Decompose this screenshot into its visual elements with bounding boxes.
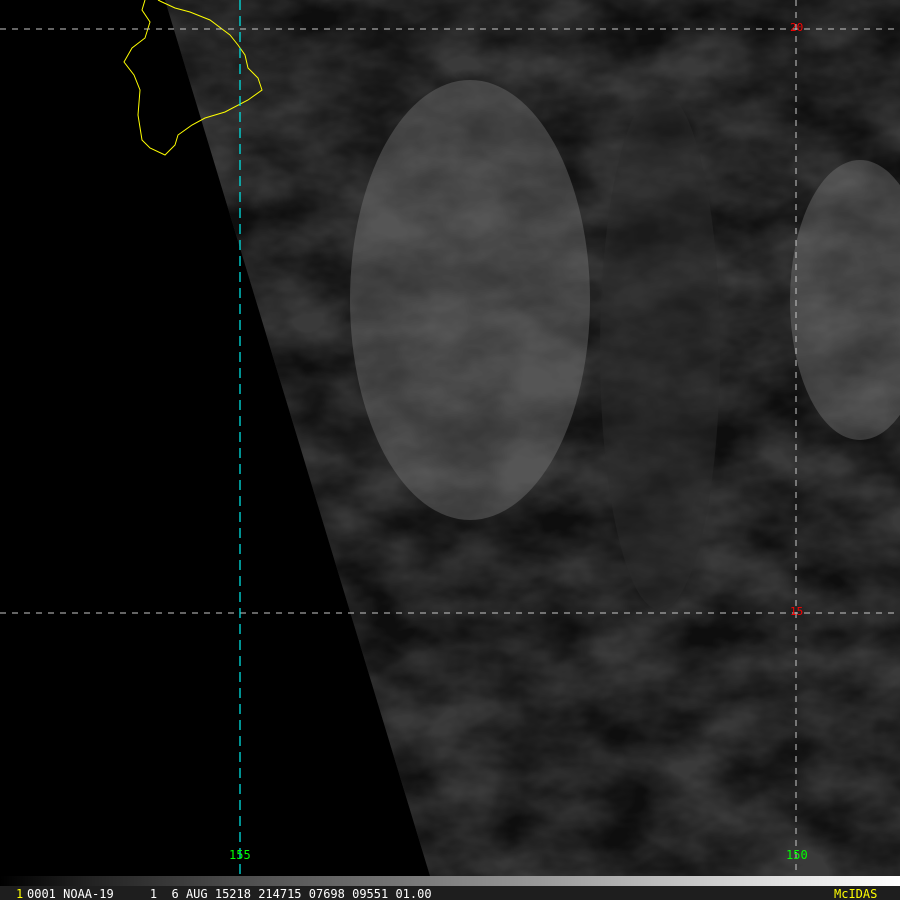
longitude-label-150: 150 bbox=[786, 848, 808, 862]
latitude-label-15: 15 bbox=[790, 605, 804, 618]
satellite-image-viewer: 155 150 20 15 1 0001 NOAA-19 1 6 AUG 152… bbox=[0, 0, 900, 900]
longitude-label-155: 155 bbox=[229, 848, 251, 862]
mcidas-branding: McIDAS bbox=[834, 887, 878, 900]
grayscale-color-bar bbox=[0, 876, 900, 886]
frame-number: 1 bbox=[16, 887, 24, 900]
status-bar: 1 0001 NOAA-19 1 6 AUG 15218 214715 0769… bbox=[0, 886, 900, 900]
satellite-imagery bbox=[0, 0, 900, 876]
satellite-swath bbox=[165, 0, 900, 876]
image-metadata: 0001 NOAA-19 1 6 AUG 15218 214715 07698 … bbox=[27, 887, 432, 900]
latitude-label-20: 20 bbox=[790, 21, 804, 34]
